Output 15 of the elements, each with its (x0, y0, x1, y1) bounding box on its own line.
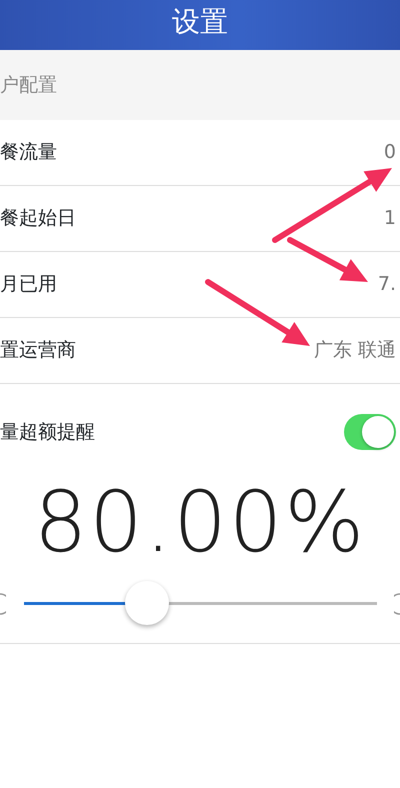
toggle-switch[interactable] (344, 414, 396, 450)
row-label: 月已用 (0, 272, 57, 298)
row-label: 餐起始日 (0, 206, 76, 232)
section-header: 户配置 (0, 72, 57, 98)
settings-row[interactable]: 餐起始日 1 (0, 186, 400, 252)
page-title: 设置 (172, 8, 228, 36)
row-value: 广东 联通 (314, 338, 396, 364)
row-label: 置运营商 (0, 338, 76, 364)
row-value: 1 (384, 206, 396, 232)
percent-display: 80.00% (34, 480, 366, 564)
toggle-label: 量超额提醒 (0, 420, 95, 445)
slider-thumb[interactable] (125, 581, 170, 625)
row-label: 餐流量 (0, 140, 57, 166)
row-value: 7. (378, 272, 396, 298)
row-value: 0 (384, 140, 396, 166)
